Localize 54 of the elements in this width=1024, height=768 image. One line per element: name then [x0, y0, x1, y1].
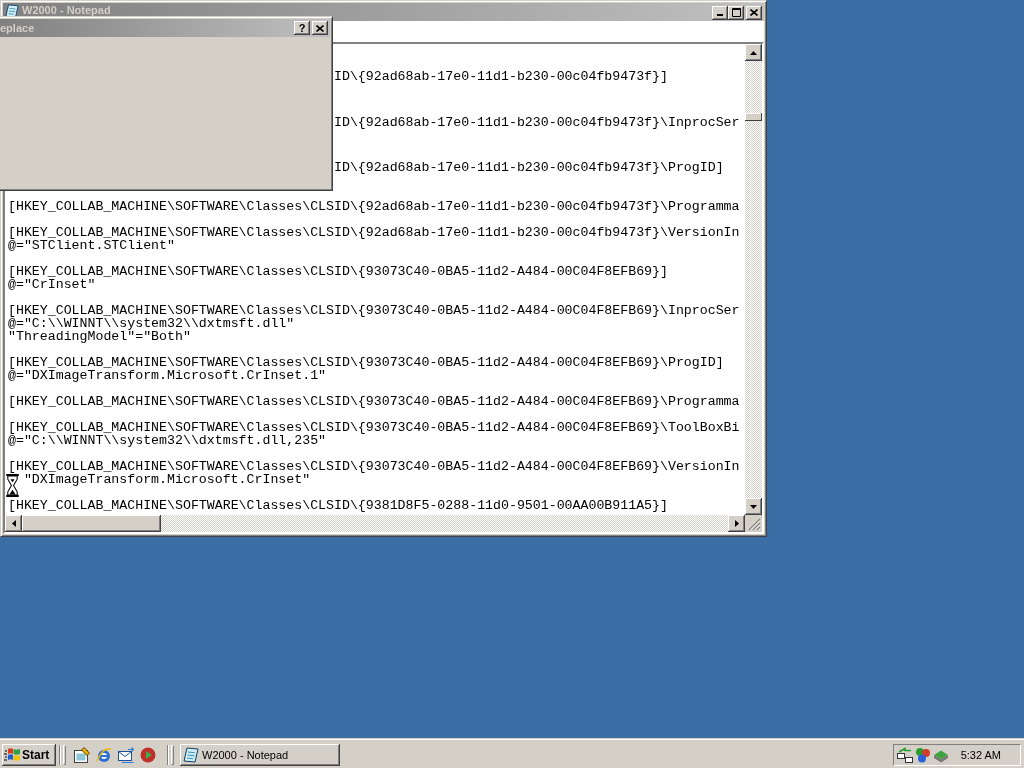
size-grip-icon[interactable]: [745, 515, 762, 532]
play-disc-icon[interactable]: [140, 746, 156, 763]
minimize-button[interactable]: [712, 5, 728, 20]
text-line: [HKEY_COLLAB_MACHINE\SOFTWARE\Classes\CLSID\{93073C40-0BA5-11d2-A484-00C04F8EFB69}\VersionIn: [8, 459, 740, 474]
close-icon: [750, 9, 758, 16]
text-line: [HKEY_COLLAB_MACHINE\SOFTWARE\Classes\CLSID\{9381D8F5-0288-11d0-9501-00AA00B911A5}]: [8, 498, 668, 513]
down-arrow-icon: [750, 504, 757, 509]
text-line: [HKEY_COLLAB_MACHINE\SOFTWARE\Classes\CLSID\{93073C40-0BA5-11d2-A484-00C04F8EFB69}]: [8, 264, 668, 279]
text-line: [HKEY_COLLAB_MACHINE\SOFTWARE\Classes\CLSID\{93073C40-0BA5-11d2-A484-00C04F8EFB69}\InprocSer: [8, 303, 740, 318]
close-icon: [316, 24, 324, 32]
text-line: "DXImageTransform.Microsoft.CrInset": [23, 472, 311, 487]
vertical-scrollbar[interactable]: [745, 44, 762, 515]
text-line: ID\{92ad68ab-17e0-11d1-b230-00c04fb9473f}]: [334, 69, 668, 84]
flag-icon: [4, 746, 20, 763]
text-line: [HKEY_COLLAB_MACHINE\SOFTWARE\Classes\CLSID\{93073C40-0BA5-11d2-A484-00C04F8EFB69}\Programma: [8, 394, 740, 409]
right-arrow-icon: [734, 520, 739, 527]
text-line: @="C:\\WINNT\\system32\\dxtmsft.dll,235": [8, 433, 327, 448]
close-button[interactable]: [312, 21, 328, 35]
taskbar-button[interactable]: W2000 - Notepad: [180, 743, 340, 766]
envelope-icon[interactable]: [118, 746, 134, 763]
dialog-title: eplace: [0, 21, 35, 35]
notepad-icon: [183, 746, 199, 763]
text-line: @="CrInset": [8, 277, 96, 292]
maximize-icon: [731, 8, 741, 17]
scrollbar-thumb[interactable]: [745, 113, 762, 121]
start-button[interactable]: Start: [2, 743, 56, 766]
text-line: @="STClient.STClient": [8, 238, 175, 253]
scroll-up-button[interactable]: [745, 44, 762, 61]
text-line: [HKEY_COLLAB_MACHINE\SOFTWARE\Classes\CLSID\{93073C40-0BA5-11d2-A484-00C04F8EFB69}\ToolBoxBi: [8, 420, 740, 435]
desk-pad-icon[interactable]: [74, 746, 90, 763]
left-arrow-icon: [11, 520, 16, 527]
text-line: ID\{92ad68ab-17e0-11d1-b230-00c04fb9473f}\InprocSer: [334, 114, 740, 130]
text-line: @="C:\\WINNT\\system32\\dxtmsft.dll": [8, 316, 295, 331]
scrollbar-thumb[interactable]: [22, 515, 161, 532]
ring-globe-icon[interactable]: [96, 746, 112, 763]
text-line: "ThreadingModel"="Both": [8, 329, 191, 344]
horizontal-scrollbar[interactable]: [5, 515, 745, 532]
text-line: ID\{92ad68ab-17e0-11d1-b230-00c04fb9473f}\ProgID]: [334, 160, 724, 175]
clock: 5:32 AM: [960, 748, 1001, 761]
minimize-icon: [717, 14, 723, 16]
maximize-button[interactable]: [728, 5, 744, 20]
help-button[interactable]: ?: [294, 21, 310, 35]
rings-icon[interactable]: [915, 746, 931, 763]
text-line: @="DXImageTransform.Microsoft.CrInset.1": [8, 368, 327, 383]
up-arrow-icon: [750, 50, 757, 55]
text-line: [HKEY_COLLAB_MACHINE\SOFTWARE\Classes\CLSID\{93073C40-0BA5-11d2-A484-00C04F8EFB69}\ProgID]: [8, 355, 724, 370]
window-title: W2000 - Notepad: [22, 4, 111, 17]
monitors-icon[interactable]: [897, 746, 913, 763]
scroll-left-button[interactable]: [5, 515, 22, 532]
scroll-down-button[interactable]: [745, 498, 762, 515]
close-button[interactable]: [746, 5, 762, 20]
scroll-right-button[interactable]: [728, 515, 745, 532]
text-line: [HKEY_COLLAB_MACHINE\SOFTWARE\Classes\CLSID\{92ad68ab-17e0-11d1-b230-00c04fb9473f}\VersionIn: [8, 225, 740, 240]
text-line: [HKEY_COLLAB_MACHINE\SOFTWARE\Classes\CLSID\{92ad68ab-17e0-11d1-b230-00c04fb9473f}\Programma: [8, 199, 740, 214]
